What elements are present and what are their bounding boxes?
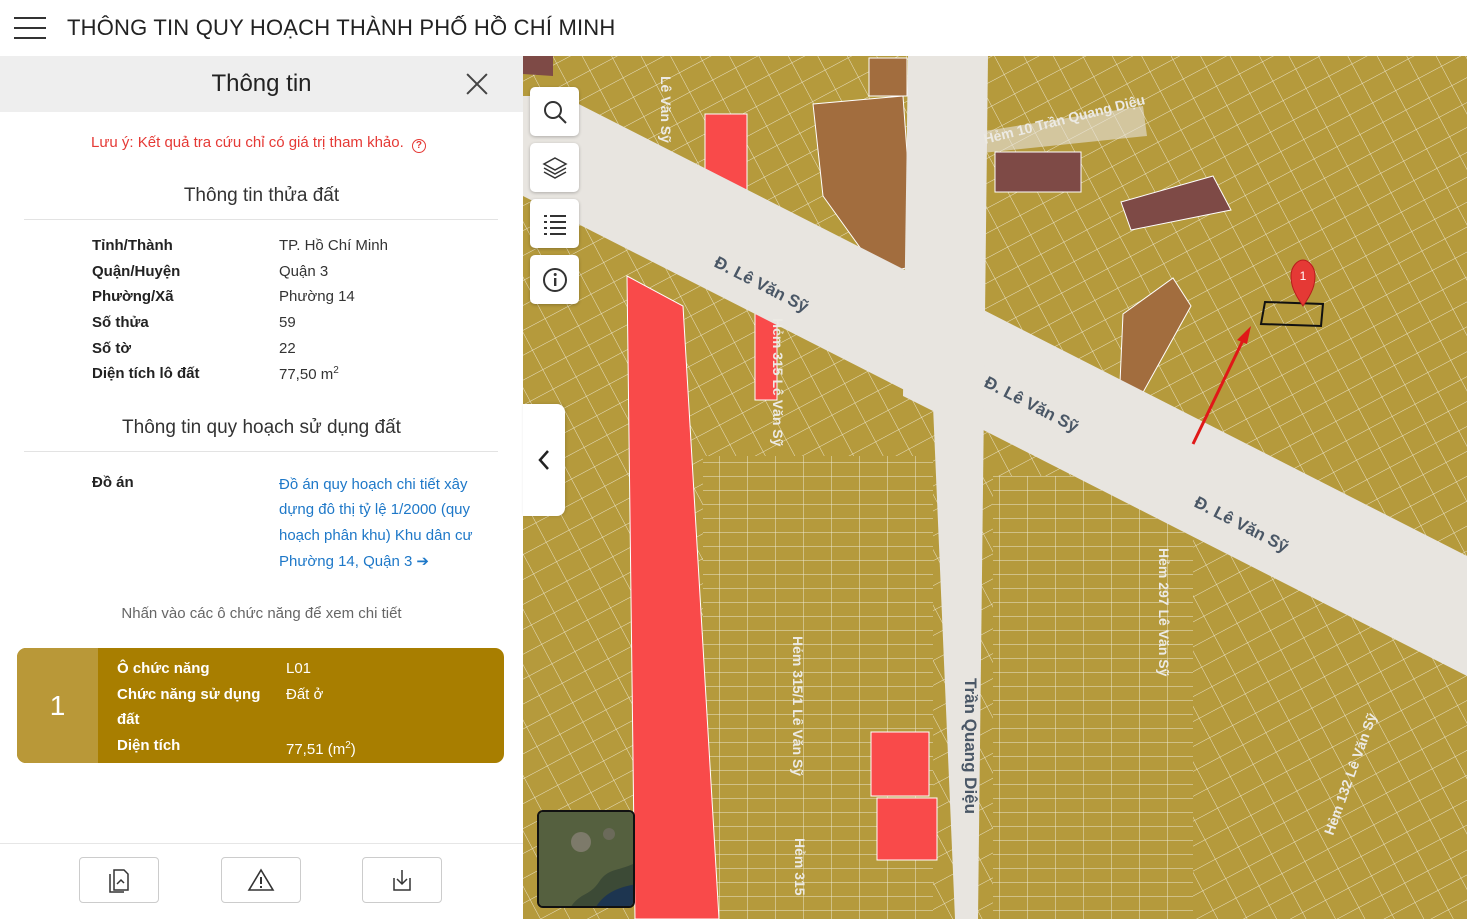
- card-row-value: 77,51 (m2): [286, 733, 356, 763]
- document-icon: [109, 869, 129, 893]
- street-label: Hẻm 297 Lê Văn Sỹ: [1156, 548, 1172, 677]
- row-value: 59: [279, 314, 296, 332]
- row-label: Số tờ: [92, 339, 131, 357]
- satellite-minimap[interactable]: [537, 810, 635, 908]
- layers-button[interactable]: [530, 143, 579, 192]
- info-panel: Thông tin Lưu ý: Kết quả tra cứu chỉ có …: [0, 56, 523, 919]
- parcel-row-ward: Phường/Xã Phường 14: [0, 284, 523, 310]
- download-button[interactable]: [362, 857, 442, 903]
- card-row-value: L01: [286, 660, 312, 677]
- card-row-label: Diện tích: [117, 736, 181, 754]
- layers-icon: [541, 156, 568, 179]
- street-label: Trần Quang Diệu: [961, 678, 980, 814]
- download-icon: [393, 870, 411, 891]
- card-number: 1: [17, 648, 98, 763]
- close-icon[interactable]: [465, 72, 489, 96]
- plan-label: Đồ án: [92, 473, 134, 491]
- panel-header: Thông tin: [0, 56, 523, 112]
- panel-toolbar: [0, 843, 523, 919]
- row-value: 22: [279, 339, 296, 357]
- search-icon: [543, 100, 567, 124]
- report-issue-button[interactable]: [221, 857, 301, 903]
- card-area-suffix: ): [350, 740, 356, 758]
- parcel-row-province: Tỉnh/Thành TP. Hồ Chí Minh: [0, 233, 523, 259]
- street-label: Hẻm 315 Lê Văn Sỹ: [770, 318, 786, 447]
- parcel-row-district: Quận/Huyện Quận 3: [0, 259, 523, 285]
- plan-project-row: Đồ án Đồ án quy hoạch chi tiết xây dựng …: [0, 472, 523, 575]
- row-value: Phường 14: [279, 288, 355, 306]
- row-label: Diện tích lô đất: [92, 365, 200, 383]
- list-icon: [543, 214, 566, 235]
- document-button[interactable]: [79, 857, 159, 903]
- parcel-row-sheet-number: Số tờ 22: [0, 335, 523, 361]
- hint-text: Nhấn vào các ô chức năng để xem chi tiết: [121, 604, 402, 622]
- chevron-left-icon: [538, 450, 549, 470]
- divider: [24, 219, 498, 220]
- hamburger-icon[interactable]: [14, 17, 46, 39]
- panel-title: Thông tin: [211, 70, 312, 97]
- marker-label: 1: [1300, 269, 1307, 283]
- parcel-row-lot-number: Số thửa 59: [0, 310, 523, 336]
- street-label: Hẻm 315: [792, 838, 808, 896]
- row-label: Quận/Huyện: [92, 262, 181, 280]
- collapse-panel-button[interactable]: [523, 404, 565, 516]
- row-value: 77,50 m2: [279, 365, 339, 383]
- card-row-area: Diện tích 77,51 (m2): [117, 733, 356, 763]
- disclaimer-text: Lưu ý: Kết quả tra cứu chỉ có giá trị th…: [91, 134, 404, 151]
- card-row-label: Chức năng sử dụng đất: [117, 685, 261, 729]
- card-row-value: Đất ở: [286, 685, 324, 703]
- warning-icon: [247, 868, 275, 891]
- parcel-section-title: Thông tin thửa đất: [183, 185, 340, 206]
- info-button[interactable]: [530, 255, 579, 304]
- row-value: Quận 3: [279, 262, 329, 280]
- street-label: Hẻm 315/1 Lê Văn Sỹ: [790, 636, 806, 776]
- row-label: Phường/Xã: [92, 288, 174, 306]
- arrow-right-icon: ➔: [416, 552, 429, 570]
- parcel-row-area: Diện tích lô đất 77,50 m2: [0, 361, 523, 387]
- parcel-info-table: Tỉnh/Thành TP. Hồ Chí Minh Quận/Huyện Qu…: [0, 233, 523, 387]
- app-header: THÔNG TIN QUY HOẠCH THÀNH PHỐ HỒ CHÍ MIN…: [0, 0, 1467, 56]
- land-function-card[interactable]: 1 Ô chức năng L01 Chức năng sử dụng đất …: [17, 648, 504, 763]
- plan-section-title: Thông tin quy hoạch sử dụng đất: [122, 416, 401, 438]
- card-area-value: 77,51 (m: [286, 740, 346, 758]
- card-row-function-cell: Ô chức năng L01: [117, 656, 356, 682]
- search-button[interactable]: [530, 87, 579, 136]
- info-icon: [542, 267, 567, 292]
- row-label: Số thửa: [92, 314, 149, 332]
- street-label: Lê Văn Sỹ: [658, 76, 674, 143]
- planning-map[interactable]: Đ. Lê Văn Sỹ Đ. Lê Văn Sỹ Đ. Lê Văn Sỹ T…: [523, 56, 1467, 919]
- help-icon[interactable]: ?: [411, 139, 426, 153]
- row-value: TP. Hồ Chí Minh: [279, 237, 388, 255]
- card-details: Ô chức năng L01 Chức năng sử dụng đất Đấ…: [98, 648, 356, 763]
- area-unit-exponent: 2: [333, 364, 339, 376]
- card-row-label: Ô chức năng: [117, 660, 210, 677]
- app-title: THÔNG TIN QUY HOẠCH THÀNH PHỐ HỒ CHÍ MIN…: [67, 15, 616, 40]
- card-row-land-use: Chức năng sử dụng đất Đất ở: [117, 682, 356, 733]
- disclaimer-note: Lưu ý: Kết quả tra cứu chỉ có giá trị th…: [0, 134, 523, 153]
- divider: [24, 450, 498, 452]
- plan-link-text: Đồ án quy hoạch chi tiết xây dựng đô thị…: [279, 475, 473, 570]
- plan-project-link[interactable]: Đồ án quy hoạch chi tiết xây dựng đô thị…: [279, 472, 494, 575]
- row-label: Tỉnh/Thành: [92, 237, 173, 255]
- area-value: 77,50 m: [279, 365, 334, 383]
- legend-list-button[interactable]: [530, 199, 579, 248]
